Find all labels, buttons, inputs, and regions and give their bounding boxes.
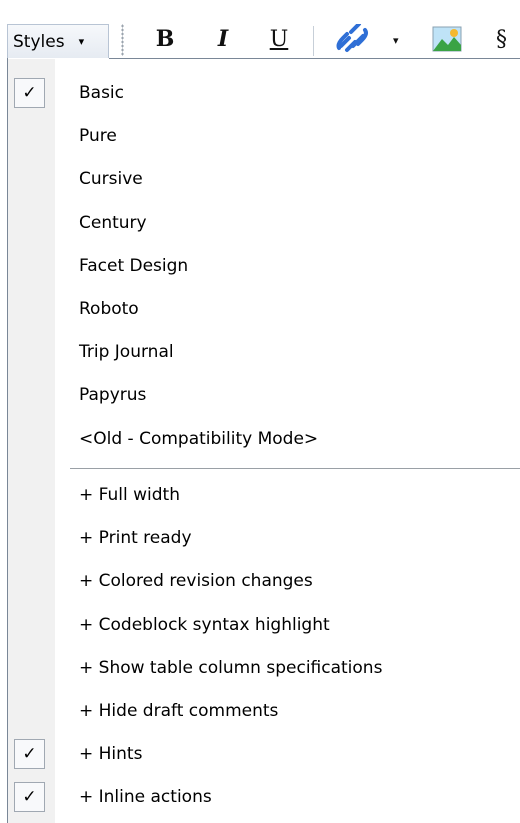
editor-toolbar: Styles ▾ B I U ▾ §: [0, 0, 520, 60]
insert-image-button[interactable]: [432, 25, 462, 53]
menu-item-option[interactable]: + Codeblock syntax highlight: [8, 605, 520, 645]
menu-item-label: Basic: [79, 83, 125, 103]
styles-dropdown-button[interactable]: Styles ▾: [7, 24, 109, 58]
menu-item-label: + Full width: [79, 485, 180, 505]
menu-item-style[interactable]: ✓ Basic: [8, 73, 520, 113]
menu-item-label: + Print ready: [79, 528, 192, 549]
menu-item-style[interactable]: Papyrus: [8, 375, 520, 415]
menu-item-label: + Codeblock syntax highlight: [79, 614, 330, 635]
menu-item-label: Trip Journal: [79, 342, 174, 363]
toolbar-grip-handle[interactable]: [121, 24, 124, 56]
checkmark-icon: ✓: [14, 782, 45, 813]
menu-item-option[interactable]: ✓ + Hints: [8, 734, 520, 774]
checkmark-icon: ✓: [14, 739, 45, 770]
link-dropdown-chevron-icon[interactable]: ▾: [393, 34, 399, 47]
chevron-down-icon: ▾: [78, 35, 85, 48]
menu-item-label: + Show table column specifications: [79, 657, 383, 678]
image-icon: [432, 26, 462, 52]
styles-dropdown-menu: ✓ Basic Pure Cursive Century Facet Design Robo…: [7, 58, 520, 823]
menu-item-label: + Colored revision changes: [79, 571, 313, 592]
menu-item-style[interactable]: Facet Design: [8, 246, 520, 286]
menu-item-option[interactable]: ✓ + Inline actions: [8, 777, 520, 817]
insert-link-button[interactable]: [335, 22, 371, 54]
menu-item-label: Century: [79, 212, 147, 233]
menu-item-style[interactable]: Trip Journal: [8, 332, 520, 372]
underline-button[interactable]: U: [264, 22, 294, 56]
menu-item-option[interactable]: + Hide draft comments: [8, 691, 520, 731]
checkmark-icon: ✓: [14, 78, 45, 108]
menu-item-label: Papyrus: [79, 385, 147, 406]
menu-item-style[interactable]: Roboto: [8, 289, 520, 329]
menu-item-label: Roboto: [79, 299, 139, 319]
menu-item-option[interactable]: + Show table column specifications: [8, 648, 520, 688]
menu-item-style[interactable]: <Old - Compatibility Mode>: [8, 419, 520, 459]
menu-item-option[interactable]: + Print ready: [8, 518, 520, 558]
menu-item-style[interactable]: Cursive: [8, 159, 520, 199]
menu-item-style[interactable]: Pure: [8, 116, 520, 156]
menu-item-label: + Inline actions: [79, 787, 212, 808]
menu-item-option[interactable]: + Colored revision changes: [8, 561, 520, 601]
menu-item-label: <Old - Compatibility Mode>: [79, 428, 319, 449]
bold-button[interactable]: B: [150, 22, 180, 56]
menu-item-style[interactable]: Century: [8, 203, 520, 243]
menu-item-label: + Hide draft comments: [79, 701, 279, 721]
menu-item-option[interactable]: + Full width: [8, 475, 520, 515]
menu-item-label: + Hints: [79, 744, 143, 765]
menu-divider: [70, 468, 520, 469]
menu-item-label: Facet Design: [79, 255, 189, 276]
menu-item-label: Cursive: [79, 169, 143, 190]
menu-item-label: Pure: [79, 126, 117, 147]
toolbar-separator: [313, 26, 314, 56]
styles-label: Styles: [13, 31, 65, 52]
italic-button[interactable]: I: [208, 22, 238, 56]
link-icon: [336, 22, 368, 52]
section-button[interactable]: §: [496, 22, 507, 56]
